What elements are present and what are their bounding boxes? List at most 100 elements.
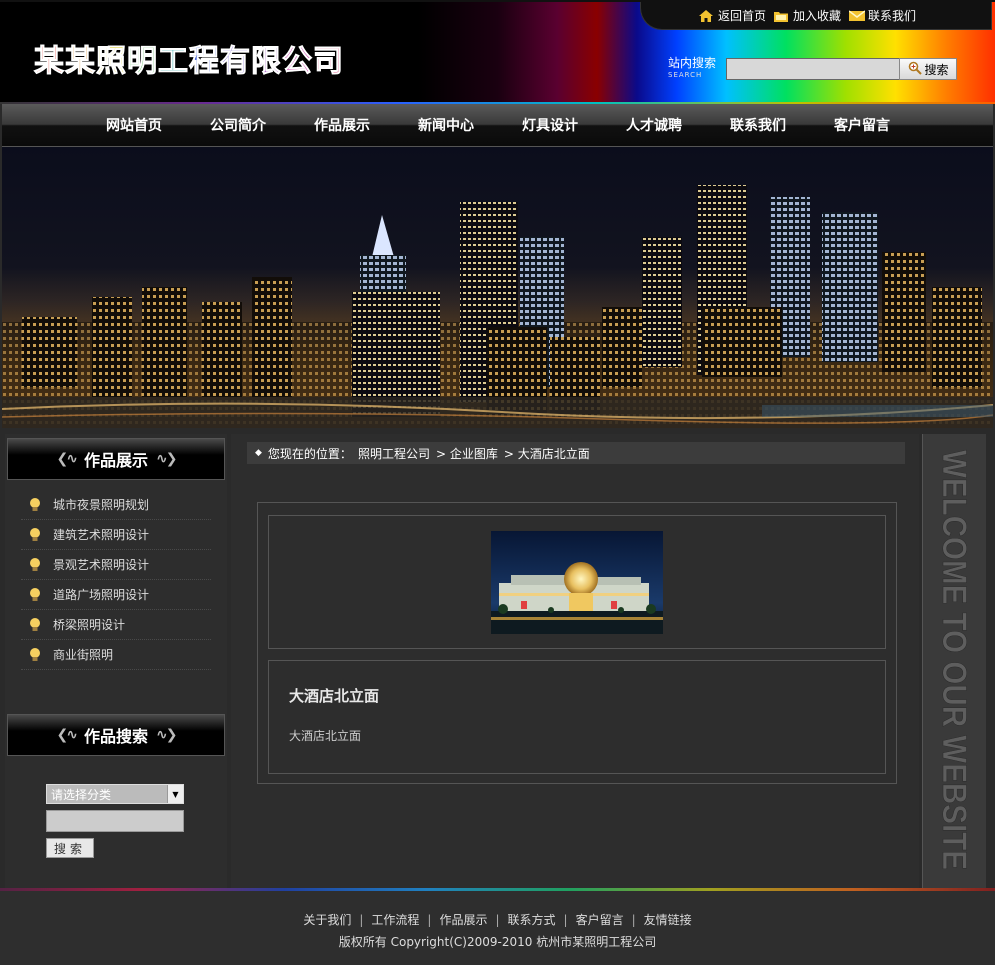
category-item[interactable]: 城市夜景照明规划 — [21, 490, 211, 520]
sidebar-works-header: ❮∿ 作品展示 ∿❯ — [7, 438, 225, 480]
nav-item-works[interactable]: 作品展示 — [290, 104, 394, 148]
bulb-icon — [29, 617, 41, 633]
page: 某某照明工程有限公司 返回首页 加入收藏 联系我们 站内搜索 SEARCH 搜索… — [0, 0, 995, 965]
top-links: 返回首页 加入收藏 联系我们 — [640, 2, 992, 30]
nav-item-about[interactable]: 公司简介 — [186, 104, 290, 148]
keyword-input[interactable] — [46, 810, 184, 832]
chevron-down-icon: ▼ — [167, 785, 183, 803]
category-select[interactable]: 请选择分类 ▼ — [46, 784, 184, 804]
footer: 关于我们 | 工作流程 | 作品展示 | 联系方式 | 客户留言 | 友情链接 版权所有 Copyr… — [0, 888, 995, 965]
diamond-icon: ◆ — [255, 448, 262, 458]
hotel-facade-illustration — [491, 531, 663, 634]
ornament-right-icon: ∿❯ — [156, 727, 178, 743]
logo-char: 某 — [65, 44, 96, 80]
works-search-button[interactable]: 搜索 — [46, 838, 94, 858]
logo-char: 某 — [34, 44, 65, 80]
bulb-icon — [29, 497, 41, 513]
contact-link[interactable]: 联系我们 — [848, 7, 917, 24]
footer-link-friends[interactable]: 友情链接 — [644, 913, 692, 927]
main-nav-list: 网站首页 公司简介 作品展示 新闻中心 灯具设计 人才诚聘 联系我们 客户留言 — [2, 104, 993, 148]
magnifier-icon — [908, 61, 922, 78]
footer-link-contact[interactable]: 联系方式 — [508, 913, 556, 927]
category-item[interactable]: 商业街照明 — [21, 640, 211, 670]
main-nav: 网站首页 公司简介 作品展示 新闻中心 灯具设计 人才诚聘 联系我们 客户留言 — [2, 104, 993, 147]
home-icon — [699, 9, 713, 22]
ornament-right-icon: ∿❯ — [156, 451, 178, 467]
bulb-icon — [29, 557, 41, 573]
hotel-facade-photo[interactable] — [491, 531, 663, 634]
banner-image — [2, 147, 993, 428]
category-label: 商业街照明 — [53, 648, 114, 662]
header: 某某照明工程有限公司 返回首页 加入收藏 联系我们 站内搜索 SEARCH 搜索 — [0, 0, 995, 104]
category-item[interactable]: 道路广场照明设计 — [21, 580, 211, 610]
logo-char: 照 — [96, 44, 127, 80]
category-label: 道路广场照明设计 — [53, 588, 150, 602]
ornament-left-icon: ❮∿ — [56, 727, 79, 743]
breadcrumb-gallery[interactable]: > 企业图库 — [436, 445, 498, 462]
breadcrumb: ◆ 您现在的位置： 照明工程公司 > 企业图库 > 大酒店北立面 — [247, 442, 905, 464]
category-list: 城市夜景照明规划 建筑艺术照明设计 景观艺术照明设计 道路广场照明设计 桥梁照明… — [21, 490, 211, 670]
footer-link-workflow[interactable]: 工作流程 — [371, 913, 419, 927]
category-label: 桥梁照明设计 — [53, 618, 126, 632]
work-text: 大酒店北立面 — [289, 729, 362, 743]
logo-char: 程 — [189, 44, 220, 80]
bulb-icon — [29, 587, 41, 603]
work-detail: 大酒店北立面 大酒店北立面 — [257, 502, 897, 784]
sidebar-search-title: 作品搜索 — [83, 727, 148, 746]
category-item[interactable]: 建筑艺术照明设计 — [21, 520, 211, 550]
logo-char: 司 — [313, 44, 344, 80]
category-label: 建筑艺术照明设计 — [53, 528, 150, 542]
city-night-skyline — [2, 147, 993, 428]
site-search-label: 站内搜索 SEARCH — [668, 56, 717, 79]
category-select-value: 请选择分类 — [51, 787, 112, 802]
works-search-panel: ❮∿ 作品搜索 ∿❯ 请选择分类 ▼ 搜索 — [5, 710, 227, 858]
logo-char: 公 — [282, 44, 313, 80]
footer-link-guestbook[interactable]: 客户留言 — [576, 913, 624, 927]
sidebar: ❮∿ 作品展示 ∿❯ 城市夜景照明规划 建筑艺术照明设计 景观艺术照明设计 道路… — [5, 434, 227, 888]
welcome-text: WELCOME TO OUR WEBSITE — [935, 450, 973, 870]
bulb-icon — [29, 527, 41, 543]
category-label: 城市夜景照明规划 — [53, 498, 150, 512]
copyright: 版权所有 Copyright(C)2009-2010 杭州市某照明工程公司 — [338, 935, 657, 949]
welcome-banner: WELCOME TO OUR WEBSITE — [935, 450, 974, 871]
mail-icon — [848, 9, 866, 22]
site-search-input[interactable] — [726, 58, 901, 80]
sidebar-works-title: 作品展示 — [83, 451, 148, 470]
welcome-strip: WELCOME TO OUR WEBSITE — [922, 434, 986, 888]
home-link-label: 返回首页 — [718, 9, 767, 23]
nav-item-contact[interactable]: 联系我们 — [706, 104, 810, 148]
category-label: 景观艺术照明设计 — [53, 558, 150, 572]
nav-item-home[interactable]: 网站首页 — [82, 104, 186, 148]
company-logo[interactable]: 某某照明工程有限公司 — [34, 36, 344, 80]
contact-link-label: 联系我们 — [868, 9, 917, 23]
nav-item-lamp-design[interactable]: 灯具设计 — [498, 104, 602, 148]
nav-item-jobs[interactable]: 人才诚聘 — [602, 104, 706, 148]
logo-char: 有 — [220, 44, 251, 80]
logo-char: 工 — [158, 44, 189, 80]
sidebar-search-header: ❮∿ 作品搜索 ∿❯ — [7, 714, 225, 756]
main-content: ◆ 您现在的位置： 照明工程公司 > 企业图库 > 大酒店北立面 大酒店北立面 … — [231, 434, 919, 888]
site-search: 站内搜索 SEARCH 搜索 — [668, 56, 958, 81]
bookmark-link[interactable]: 加入收藏 — [774, 7, 841, 24]
category-item[interactable]: 桥梁照明设计 — [21, 610, 211, 640]
logo-char: 限 — [251, 44, 282, 80]
home-link[interactable]: 返回首页 — [699, 7, 766, 24]
logo-char: 明 — [127, 44, 158, 80]
work-photo-frame — [268, 515, 886, 649]
footer-link-works[interactable]: 作品展示 — [439, 913, 487, 927]
work-title: 大酒店北立面 — [289, 687, 380, 705]
breadcrumb-home[interactable]: 照明工程公司 — [358, 445, 430, 462]
bulb-icon — [29, 647, 41, 663]
folder-icon — [774, 10, 789, 22]
nav-item-guestbook[interactable]: 客户留言 — [810, 104, 914, 148]
site-search-button[interactable]: 搜索 — [899, 58, 958, 80]
footer-links: 关于我们 | 工作流程 | 作品展示 | 联系方式 | 客户留言 | 友情链接 — [303, 913, 692, 927]
ornament-left-icon: ❮∿ — [56, 451, 79, 467]
category-item[interactable]: 景观艺术照明设计 — [21, 550, 211, 580]
footer-link-about[interactable]: 关于我们 — [303, 913, 351, 927]
nav-item-news[interactable]: 新闻中心 — [394, 104, 498, 148]
bookmark-link-label: 加入收藏 — [793, 9, 842, 23]
breadcrumb-current: > 大酒店北立面 — [503, 446, 590, 461]
site-search-button-label: 搜索 — [924, 62, 949, 77]
site-search-label-en: SEARCH — [668, 71, 703, 79]
